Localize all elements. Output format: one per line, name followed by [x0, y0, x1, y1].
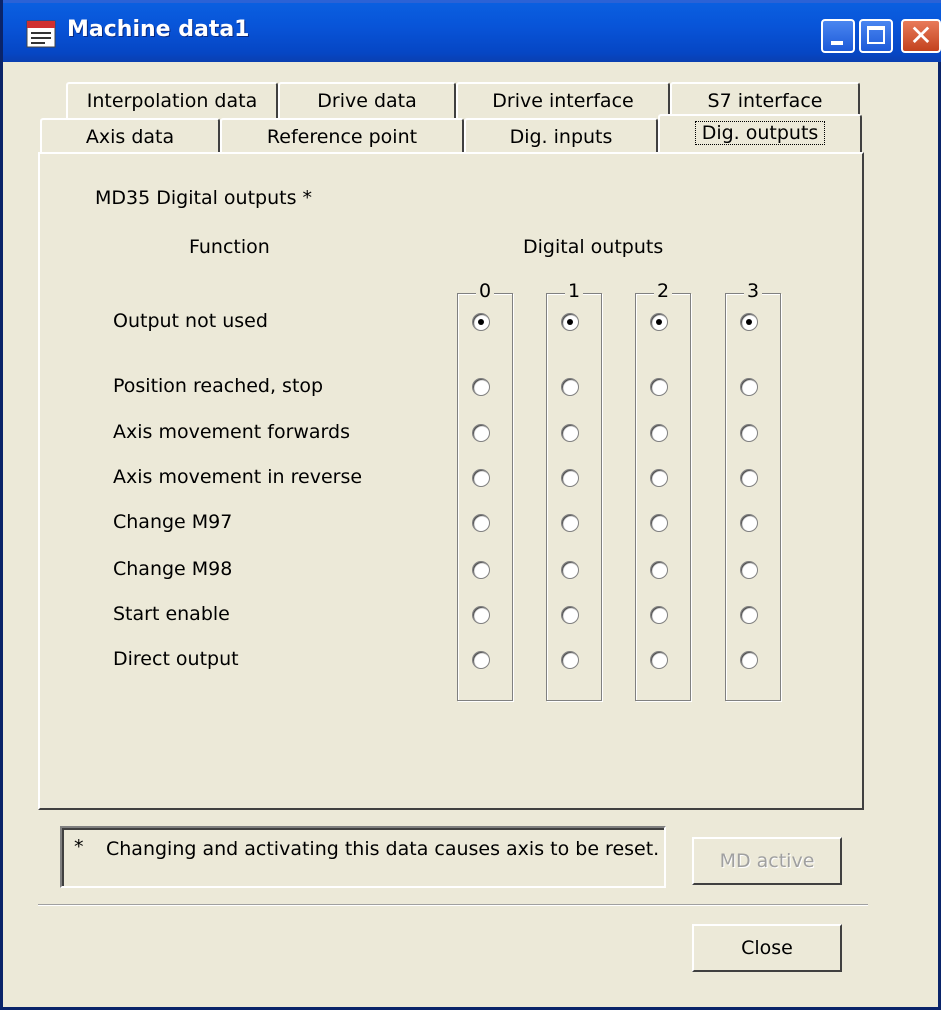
- output-radio[interactable]: [650, 424, 668, 442]
- title-bar[interactable]: Machine data1 ✕: [3, 0, 941, 62]
- output-radio[interactable]: [472, 313, 490, 331]
- output-radio[interactable]: [740, 514, 758, 532]
- section-heading: MD35 Digital outputs *: [95, 187, 313, 209]
- tab-label: Axis data: [85, 126, 175, 148]
- tab-drive-interface[interactable]: Drive interface: [456, 82, 670, 120]
- output-radio[interactable]: [740, 313, 758, 331]
- function-row-label: Axis movement forwards: [113, 421, 350, 443]
- tab-interpolation-data[interactable]: Interpolation data: [66, 82, 278, 120]
- output-radio[interactable]: [472, 378, 490, 396]
- tab-label: Drive interface: [492, 90, 634, 112]
- output-radio[interactable]: [472, 561, 490, 579]
- function-row-label: Direct output: [113, 648, 239, 670]
- tab-label: Dig. inputs: [509, 126, 613, 148]
- output-radio[interactable]: [472, 424, 490, 442]
- md-active-button[interactable]: MD active: [692, 837, 842, 885]
- function-row-label: Start enable: [113, 603, 230, 625]
- close-button[interactable]: Close: [692, 924, 842, 972]
- output-number: 1: [564, 280, 584, 302]
- output-number: 3: [743, 280, 763, 302]
- output-radio[interactable]: [740, 378, 758, 396]
- tab-drive-data[interactable]: Drive data: [278, 82, 456, 120]
- output-radio[interactable]: [561, 378, 579, 396]
- tab-axis-data[interactable]: Axis data: [40, 118, 220, 156]
- maximize-icon: [867, 26, 885, 44]
- tab-reference-point[interactable]: Reference point: [220, 118, 464, 156]
- note-text: Changing and activating this data causes…: [106, 838, 660, 860]
- output-radio[interactable]: [561, 651, 579, 669]
- output-radio[interactable]: [650, 606, 668, 624]
- machine-data-icon: [26, 20, 56, 48]
- output-radio[interactable]: [650, 651, 668, 669]
- output-radio[interactable]: [472, 514, 490, 532]
- tab-dig-outputs[interactable]: Dig. outputs: [658, 114, 862, 152]
- output-group-header: 2: [636, 280, 690, 302]
- function-row-label: Change M97: [113, 511, 233, 533]
- function-row-label: Output not used: [113, 310, 268, 332]
- function-row-label: Axis movement in reverse: [113, 466, 363, 488]
- output-radio[interactable]: [561, 561, 579, 579]
- minimize-icon: [831, 41, 843, 45]
- output-radio[interactable]: [472, 606, 490, 624]
- output-group-1: 1: [546, 280, 602, 701]
- tab-label: S7 interface: [707, 90, 823, 112]
- output-radio[interactable]: [740, 651, 758, 669]
- close-label: Close: [741, 937, 793, 959]
- output-radio[interactable]: [472, 651, 490, 669]
- output-radio[interactable]: [561, 424, 579, 442]
- window-title: Machine data1: [67, 17, 250, 42]
- output-group-header: 1: [547, 280, 601, 302]
- function-column-label: Function: [189, 236, 270, 258]
- maximize-button[interactable]: [859, 19, 893, 53]
- function-row-label: Change M98: [113, 558, 233, 580]
- digital-outputs-label: Digital outputs: [523, 236, 664, 258]
- output-group-header: 3: [726, 280, 780, 302]
- output-radio[interactable]: [561, 313, 579, 331]
- tab-label: Dig. outputs: [694, 121, 826, 145]
- output-group-2: 2: [635, 280, 691, 701]
- output-radio[interactable]: [650, 469, 668, 487]
- tab-dig-inputs[interactable]: Dig. inputs: [464, 118, 658, 156]
- output-number: 0: [475, 280, 495, 302]
- reset-note: * Changing and activating this data caus…: [60, 826, 666, 888]
- output-radio[interactable]: [650, 313, 668, 331]
- function-row-label: Position reached, stop: [113, 375, 324, 397]
- close-window-button[interactable]: ✕: [901, 19, 941, 53]
- output-radio[interactable]: [472, 469, 490, 487]
- output-radio[interactable]: [650, 378, 668, 396]
- output-radio[interactable]: [561, 606, 579, 624]
- output-radio[interactable]: [561, 469, 579, 487]
- output-radio[interactable]: [561, 514, 579, 532]
- tab-label: Reference point: [266, 126, 418, 148]
- output-group-0: 0: [457, 280, 513, 701]
- output-group-3: 3: [725, 280, 781, 701]
- tab-label: Interpolation data: [86, 90, 258, 112]
- machine-data-window: Machine data1 ✕ Interpolation data Drive…: [0, 0, 941, 1010]
- tab-label: Drive data: [317, 90, 417, 112]
- close-icon: ✕: [909, 19, 933, 52]
- output-radio[interactable]: [650, 514, 668, 532]
- output-radio[interactable]: [740, 606, 758, 624]
- md-active-label: MD active: [719, 850, 815, 872]
- separator: [38, 904, 868, 906]
- note-asterisk: *: [74, 836, 84, 858]
- output-radio[interactable]: [740, 469, 758, 487]
- output-radio[interactable]: [650, 561, 668, 579]
- output-number: 2: [653, 280, 673, 302]
- output-radio[interactable]: [740, 424, 758, 442]
- minimize-button[interactable]: [821, 19, 855, 53]
- output-radio[interactable]: [740, 561, 758, 579]
- output-group-header: 0: [458, 280, 512, 302]
